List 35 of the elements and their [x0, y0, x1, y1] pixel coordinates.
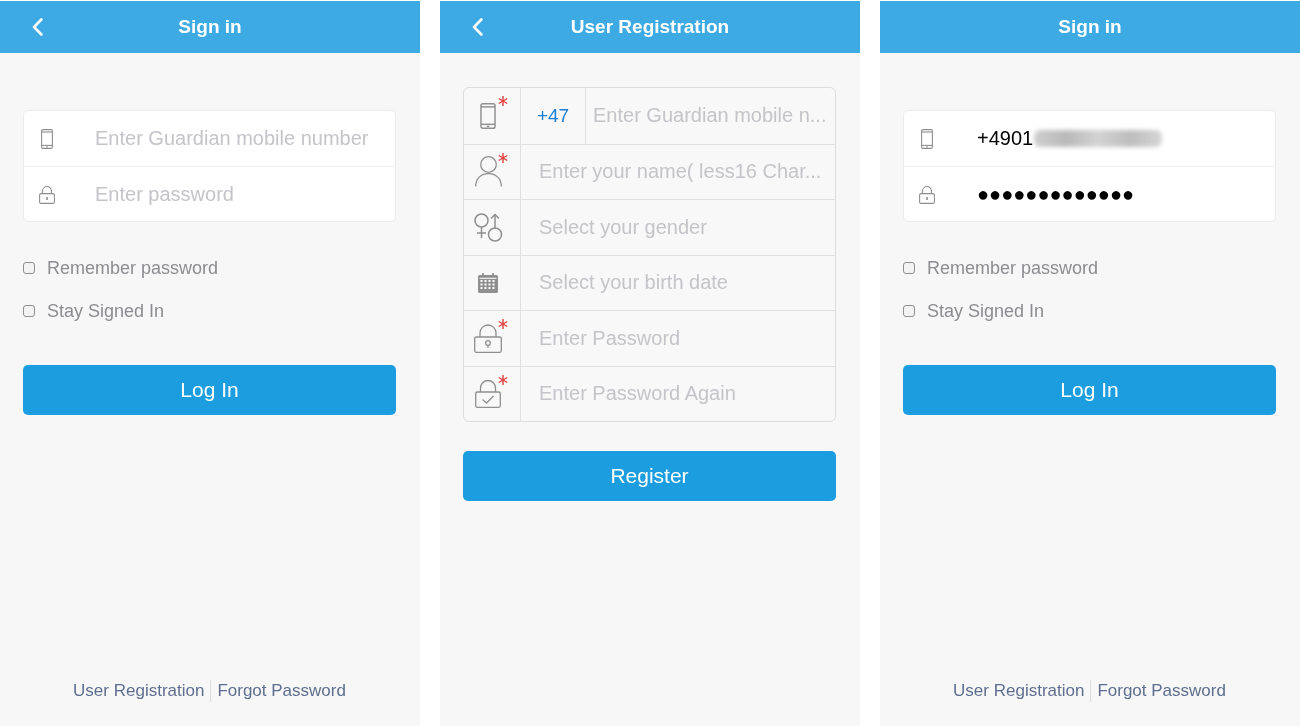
calendar-icon [478, 272, 498, 293]
phone-icon [41, 128, 53, 149]
person-icon [474, 156, 502, 188]
lock-icon [474, 323, 502, 353]
checkbox[interactable] [903, 262, 915, 274]
back-icon[interactable] [472, 18, 483, 36]
screen-title: Sign in [177, 16, 243, 38]
lock-icon [919, 184, 935, 204]
login-button[interactable]: Log In [903, 365, 1276, 415]
phone-field[interactable]: +4901 [977, 123, 1275, 154]
phone-icon [921, 128, 933, 149]
screen-title: Sign in [1057, 16, 1123, 38]
back-icon[interactable] [32, 18, 43, 36]
footer-link[interactable]: User Registration [73, 681, 205, 701]
screen-title: User Registration [569, 16, 731, 38]
checkbox-label: Stay Signed In [927, 300, 1045, 322]
checkbox[interactable] [23, 262, 35, 274]
checkbox[interactable] [23, 305, 35, 317]
password-field[interactable]: ●●●●●●●●●●●●● [977, 179, 1275, 209]
checkbox-label: Remember password [927, 257, 1099, 279]
lock-icon [39, 184, 55, 204]
footer-link[interactable]: Forgot Password [217, 681, 346, 701]
checkbox-label: Stay Signed In [47, 300, 165, 322]
password-field[interactable]: Enter password [95, 182, 395, 206]
phone-field[interactable]: Enter Guardian mobile number [95, 127, 395, 150]
phone-icon [480, 102, 496, 129]
footer-link[interactable]: User Registration [953, 681, 1085, 701]
gender-symbols-icon [473, 212, 503, 242]
lock-check-icon [475, 379, 501, 409]
checkbox-label: Remember password [47, 257, 219, 279]
register-button[interactable]: Register [463, 451, 836, 501]
footer-link[interactable]: Forgot Password [1097, 681, 1226, 701]
country-code-selector[interactable]: +47 [521, 88, 586, 144]
checkbox[interactable] [903, 305, 915, 317]
login-button[interactable]: Log In [23, 365, 396, 415]
